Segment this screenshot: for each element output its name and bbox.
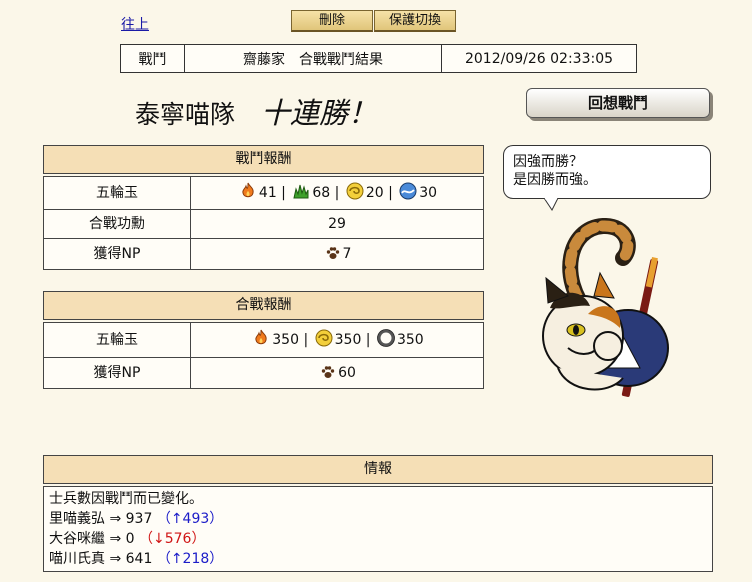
team-name: 泰寧喵隊 <box>135 100 236 129</box>
delete-button[interactable]: 刪除 <box>291 10 373 32</box>
battle-type: 戰鬥 <box>120 44 185 73</box>
gem-values: 41 | 68 | 20 | 30 <box>191 177 483 209</box>
battle-reward-title: 戰鬥報酬 <box>43 145 484 174</box>
general-name: 喵川氏真 <box>49 551 105 567</box>
fire-gem-icon <box>252 326 270 360</box>
np-values: 7 <box>191 239 483 269</box>
report-title: 情報 <box>43 455 713 484</box>
headline: 泰寧喵隊 十連勝！ <box>135 90 377 132</box>
list-item: 喵川氏真 ⇒ 641 （↑218） <box>49 551 224 567</box>
protect-toggle-button[interactable]: 保護切換 <box>374 10 456 32</box>
wind-gem-icon <box>315 326 333 360</box>
troop-delta: ↑493 <box>170 511 210 527</box>
general-name: 大谷咪繼 <box>49 531 105 547</box>
wind-gem-value: 20 <box>365 185 384 201</box>
np-value: 60 <box>338 365 356 381</box>
np-values: 60 <box>191 358 483 388</box>
battle-timestamp: 2012/09/26 02:33:05 <box>441 44 637 73</box>
paw-icon <box>320 361 336 391</box>
list-item: 里喵義弘 ⇒ 937 （↑493） <box>49 511 224 527</box>
table-row: 五輪玉 350 | 350 | 350 <box>43 322 484 358</box>
troop-count: 0 <box>125 531 135 547</box>
troop-count: 641 <box>125 551 153 567</box>
table-row: 獲得NP 7 <box>43 239 484 270</box>
war-reward-panel: 合戰報酬 五輪玉 350 | 350 | 350 獲得NP 60 <box>43 291 484 389</box>
wind-gem-icon <box>346 180 364 212</box>
fire-gem-value: 41 <box>258 185 277 201</box>
merit-value: 29 <box>328 216 346 232</box>
speech-line: 是因勝而強。 <box>513 172 597 188</box>
fire-gem-icon <box>239 180 257 212</box>
row-label: 獲得NP <box>44 358 191 388</box>
report-intro: 士兵數因戰鬥而已變化。 <box>49 491 203 507</box>
void-gem-icon <box>377 326 395 360</box>
speech-tail-icon <box>543 198 559 211</box>
table-row: 五輪玉 41 | 68 | 20 | 30 <box>43 176 484 210</box>
grass-gem-icon <box>292 180 310 212</box>
speech-bubble: 因強而勝？ 是因勝而強。 <box>503 145 711 199</box>
table-row: 合戰功勳 29 <box>43 210 484 239</box>
troop-delta: ↓576 <box>153 531 192 547</box>
war-reward-title: 合戰報酬 <box>43 291 484 320</box>
table-row: 獲得NP 60 <box>43 358 484 389</box>
battle-reward-panel: 戰鬥報酬 五輪玉 41 | 68 | 20 | 30 合戰功勳 29 獲得NP … <box>43 145 484 270</box>
back-to-top-link[interactable]: 往上 <box>121 14 149 34</box>
grass-gem-value: 68 <box>312 185 331 201</box>
replay-battle-button[interactable]: 回想戰鬥 <box>526 88 710 118</box>
fire-gem-value: 350 <box>272 332 299 348</box>
report-log: 士兵數因戰鬥而已變化。 里喵義弘 ⇒ 937 （↑493） 大谷咪繼 ⇒ 0 （… <box>43 486 713 572</box>
row-label: 獲得NP <box>44 239 191 269</box>
battle-info-bar: 戰鬥 齋藤家 合戰戰鬥結果 2012/09/26 02:33:05 <box>120 44 637 73</box>
list-item: 大谷咪繼 ⇒ 0 （↓576） <box>49 531 206 547</box>
row-label: 五輪玉 <box>44 177 191 209</box>
win-streak: 十連勝！ <box>260 96 377 130</box>
gem-values: 350 | 350 | 350 <box>191 323 483 357</box>
wind-gem-value: 350 <box>334 332 362 348</box>
np-value: 7 <box>342 246 352 262</box>
paw-icon <box>325 242 341 272</box>
battle-title: 齋藤家 合戰戰鬥結果 <box>184 44 442 73</box>
water-gem-icon <box>399 180 417 212</box>
general-name: 里喵義弘 <box>49 511 105 527</box>
report-panel: 情報 士兵數因戰鬥而已變化。 里喵義弘 ⇒ 937 （↑493） 大谷咪繼 ⇒ … <box>43 455 713 572</box>
row-label: 合戰功勳 <box>44 210 191 238</box>
troop-count: 937 <box>125 511 153 527</box>
troop-delta: ↑218 <box>170 551 210 567</box>
water-gem-value: 30 <box>419 185 438 201</box>
speech-line: 因強而勝？ <box>513 154 583 170</box>
void-gem-value: 350 <box>396 332 424 348</box>
samurai-cat-illustration <box>542 218 669 397</box>
row-label: 五輪玉 <box>44 323 191 357</box>
